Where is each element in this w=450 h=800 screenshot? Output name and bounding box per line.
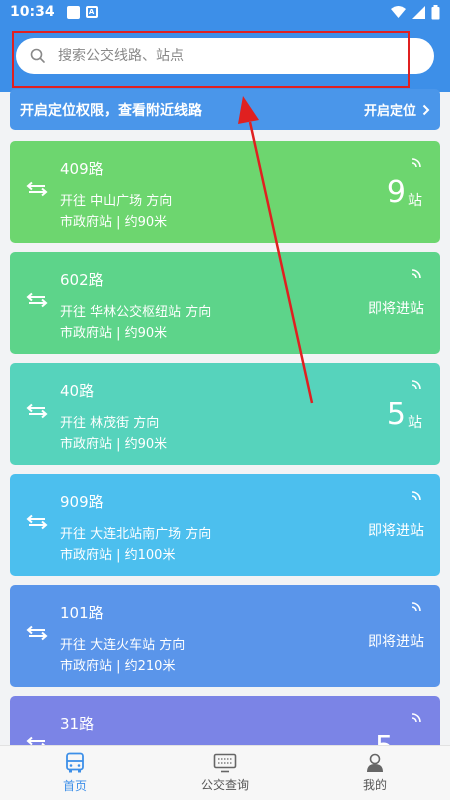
route-name: 909路 [60,493,104,511]
eta-stop-count: 5 [386,397,406,432]
swap-direction-icon[interactable] [26,625,48,641]
realtime-signal-icon [411,380,421,390]
battery-icon [431,4,440,19]
screen-icon [213,753,237,773]
route-card[interactable]: 40路开往 林茂街 方向 市政府站 | 约90米 5 站 [10,363,440,465]
search-input[interactable] [58,48,398,64]
realtime-signal-icon [411,158,421,168]
realtime-signal-icon [411,491,421,501]
location-permission-banner[interactable]: 开启定位权限，查看附近线路 开启定位 [10,89,440,130]
route-station-distance: 市政府站 | 约90米 [60,437,168,452]
route-name: 409路 [60,160,104,178]
route-card[interactable]: 909路开往 大连北站南广场 方向 市政府站 | 约100米 即将进站 [10,474,440,576]
route-direction: 开往 大连火车站 方向 [60,638,186,653]
nav-bus-query-label: 公交查询 [200,778,249,792]
swap-direction-icon[interactable] [26,292,48,308]
nav-profile[interactable]: 我的 [300,746,450,800]
search-icon [30,48,45,63]
status-time: 10:34 [10,4,55,20]
swap-direction-icon[interactable] [26,514,48,530]
nav-home[interactable]: 首页 [0,746,150,800]
wifi-icon [391,6,406,18]
route-direction: 开往 华林公交枢纽站 方向 [60,305,212,320]
route-station-distance: 市政府站 | 约100米 [60,548,176,563]
bottom-nav: 首页 公交查询 我的 [0,745,450,800]
route-name: 31路 [60,715,95,733]
nav-home-label: 首页 [62,779,87,793]
route-card[interactable]: 101路开往 大连火车站 方向 市政府站 | 约210米 即将进站 [10,585,440,687]
swap-direction-icon[interactable] [26,403,48,419]
route-card[interactable]: 409路开往 中山广场 方向 市政府站 | 约90米 9 站 [10,141,440,243]
eta-unit: 站 [408,415,422,431]
realtime-signal-icon [411,602,421,612]
person-icon [367,753,383,772]
notification-icons: A [66,5,98,19]
location-banner-text: 开启定位权限，查看附近线路 [20,102,202,119]
enable-location-button[interactable]: 开启定位 [364,100,430,119]
nav-profile-label: 我的 [362,778,387,792]
enable-location-label: 开启定位 [363,104,416,119]
status-bar: 10:34 A [0,0,450,24]
route-station-distance: 市政府站 | 约210米 [60,659,176,674]
route-station-distance: 市政府站 | 约90米 [60,326,168,341]
eta-status: 即将进站 [368,634,424,650]
bus-icon [66,752,84,773]
eta-status: 即将进站 [368,301,424,317]
route-direction: 开往 大连北站南广场 方向 [60,527,212,542]
header [0,24,450,92]
route-direction: 开往 林茂街 方向 [60,416,160,431]
nav-bus-query[interactable]: 公交查询 [150,746,300,800]
eta-unit: 站 [408,193,422,209]
swap-direction-icon[interactable] [26,181,48,197]
route-name: 40路 [60,382,95,400]
route-card[interactable]: 602路开往 华林公交枢纽站 方向 市政府站 | 约90米 即将进站 [10,252,440,354]
route-name: 602路 [60,271,104,289]
realtime-signal-icon [411,269,421,279]
eta-status: 即将进站 [368,523,424,539]
signal-icon [412,5,425,19]
eta-stop-count: 9 [386,175,406,210]
notification-square-icon [66,5,80,19]
route-name: 101路 [60,604,104,622]
notification-a-icon: A [85,6,98,18]
status-indicators [391,4,440,20]
realtime-signal-icon [411,713,421,723]
route-direction: 开往 中山广场 方向 [60,194,173,209]
chevron-right-icon [422,104,430,115]
search-bar[interactable] [16,38,434,74]
route-station-distance: 市政府站 | 约90米 [60,215,168,230]
